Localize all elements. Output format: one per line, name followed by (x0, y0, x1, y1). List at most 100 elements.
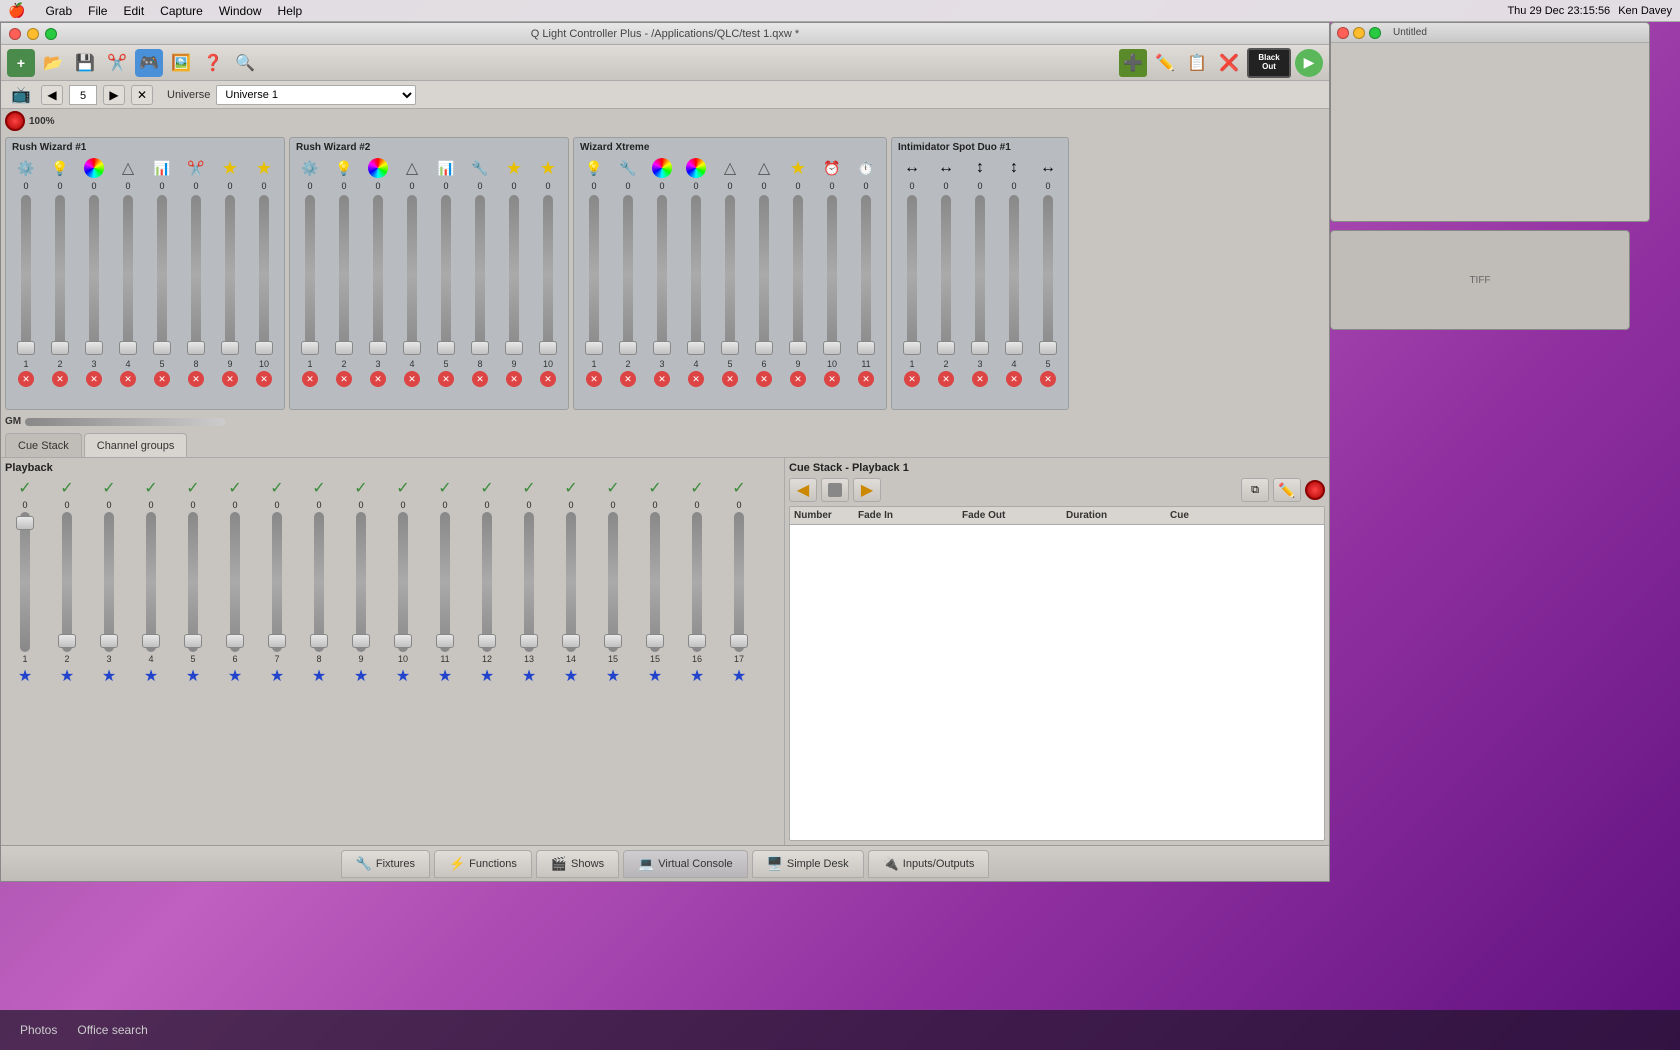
tab-channel-groups[interactable]: Channel groups (84, 433, 188, 457)
channel-x[interactable]: ✕ (756, 371, 772, 387)
fader-handle[interactable] (335, 341, 353, 355)
fader-handle[interactable] (119, 341, 137, 355)
channel-x[interactable]: ✕ (586, 371, 602, 387)
pb-fader-handle[interactable] (58, 634, 76, 648)
fader-track[interactable] (725, 195, 735, 355)
pb-fader-track[interactable] (62, 512, 72, 652)
pb-star[interactable]: ★ (186, 666, 200, 686)
pb-fader-track[interactable] (272, 512, 282, 652)
pb-star[interactable]: ★ (102, 666, 116, 686)
fader-track[interactable] (691, 195, 701, 355)
save-button[interactable]: 💾 (71, 49, 99, 77)
pb-fader-track[interactable] (20, 512, 30, 652)
dock-office-search[interactable]: Office search (77, 1023, 147, 1037)
fader-handle[interactable] (85, 341, 103, 355)
pb-fader-handle[interactable] (562, 634, 580, 648)
save-copy-button[interactable]: ✂️ (103, 49, 131, 77)
fader-track[interactable] (623, 195, 633, 355)
pb-star[interactable]: ★ (396, 666, 410, 686)
fader-track[interactable] (123, 195, 133, 355)
page-back-button[interactable]: ◀ (41, 85, 63, 105)
uw-max-1[interactable] (1369, 27, 1381, 39)
tab-functions[interactable]: ⚡ Functions (434, 850, 532, 878)
fader-handle[interactable] (437, 341, 455, 355)
fader-handle[interactable] (823, 341, 841, 355)
pb-check[interactable]: ✓ (396, 478, 409, 498)
pb-fader-track[interactable] (692, 512, 702, 652)
channel-x[interactable]: ✕ (620, 371, 636, 387)
pb-fader-handle[interactable] (16, 516, 34, 530)
pb-check[interactable]: ✓ (270, 478, 283, 498)
fixture-wizard-button[interactable]: 🖼️ (167, 49, 195, 77)
channel-x[interactable]: ✕ (154, 371, 170, 387)
fader-handle[interactable] (789, 341, 807, 355)
remove-icon[interactable]: ❌ (1215, 49, 1243, 77)
pb-star[interactable]: ★ (732, 666, 746, 686)
fader-handle[interactable] (505, 341, 523, 355)
fader-track[interactable] (55, 195, 65, 355)
menu-grab[interactable]: Grab (45, 4, 72, 18)
fader-track[interactable] (975, 195, 985, 355)
pb-fader-track[interactable] (482, 512, 492, 652)
blackout-button[interactable]: Black Out (1247, 48, 1291, 78)
cuestack-next-button[interactable]: ▶ (853, 478, 881, 502)
pb-check[interactable]: ✓ (732, 478, 745, 498)
fader-track[interactable] (907, 195, 917, 355)
fader-handle[interactable] (653, 341, 671, 355)
pb-fader-handle[interactable] (100, 634, 118, 648)
tab-cue-stack[interactable]: Cue Stack (5, 433, 82, 457)
channel-x[interactable]: ✕ (1040, 371, 1056, 387)
pb-fader-handle[interactable] (142, 634, 160, 648)
pb-fader-track[interactable] (188, 512, 198, 652)
apple-menu[interactable]: 🍎 (8, 2, 25, 19)
channel-x[interactable]: ✕ (222, 371, 238, 387)
pb-star[interactable]: ★ (480, 666, 494, 686)
fader-handle[interactable] (1039, 341, 1057, 355)
help-button[interactable]: ❓ (199, 49, 227, 77)
menu-file[interactable]: File (88, 4, 107, 18)
fader-handle[interactable] (187, 341, 205, 355)
pb-check[interactable]: ✓ (186, 478, 199, 498)
fader-handle[interactable] (301, 341, 319, 355)
channel-x[interactable]: ✕ (256, 371, 272, 387)
pb-fader-handle[interactable] (478, 634, 496, 648)
menu-capture[interactable]: Capture (160, 4, 203, 18)
fader-track[interactable] (1043, 195, 1053, 355)
pb-fader-track[interactable] (230, 512, 240, 652)
search-button[interactable]: 🔍 (231, 49, 259, 77)
fader-track[interactable] (191, 195, 201, 355)
channel-x[interactable]: ✕ (1006, 371, 1022, 387)
channel-x[interactable]: ✕ (18, 371, 34, 387)
fader-track[interactable] (259, 195, 269, 355)
fader-track[interactable] (543, 195, 553, 355)
pb-star[interactable]: ★ (690, 666, 704, 686)
fader-handle[interactable] (687, 341, 705, 355)
fader-track[interactable] (509, 195, 519, 355)
fader-track[interactable] (225, 195, 235, 355)
fader-handle[interactable] (755, 341, 773, 355)
pb-star[interactable]: ★ (18, 666, 32, 686)
pb-fader-handle[interactable] (520, 634, 538, 648)
channel-x[interactable]: ✕ (904, 371, 920, 387)
pb-star[interactable]: ★ (648, 666, 662, 686)
channel-x[interactable]: ✕ (404, 371, 420, 387)
fader-handle[interactable] (585, 341, 603, 355)
cuestack-stop-button[interactable] (821, 478, 849, 502)
fader-track[interactable] (589, 195, 599, 355)
pb-check[interactable]: ✓ (522, 478, 535, 498)
pb-star[interactable]: ★ (270, 666, 284, 686)
close-button[interactable] (9, 28, 21, 40)
delete-icon[interactable]: 📋 (1183, 49, 1211, 77)
channel-x[interactable]: ✕ (972, 371, 988, 387)
pb-check[interactable]: ✓ (606, 478, 619, 498)
fader-track[interactable] (373, 195, 383, 355)
fader-handle[interactable] (153, 341, 171, 355)
pb-fader-track[interactable] (104, 512, 114, 652)
fader-handle[interactable] (221, 341, 239, 355)
fader-handle[interactable] (471, 341, 489, 355)
pb-check[interactable]: ✓ (60, 478, 73, 498)
fader-handle[interactable] (937, 341, 955, 355)
fader-track[interactable] (475, 195, 485, 355)
pb-check[interactable]: ✓ (438, 478, 451, 498)
channel-x[interactable]: ✕ (938, 371, 954, 387)
